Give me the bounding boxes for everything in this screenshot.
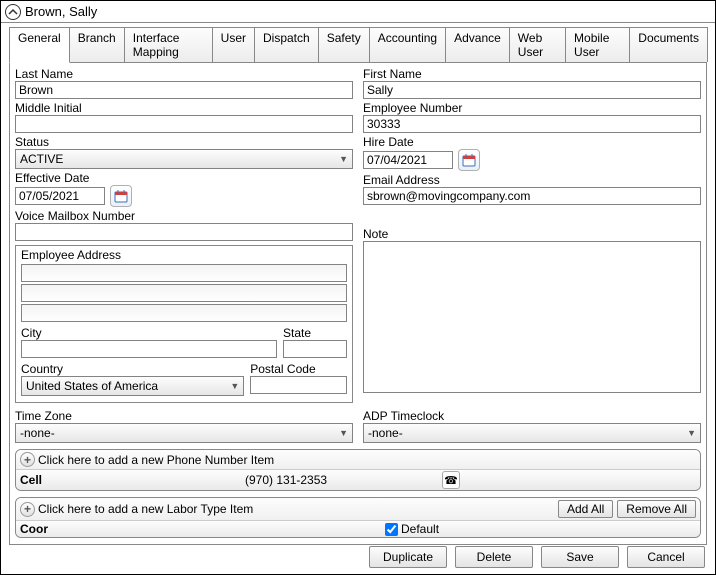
country-value: United States of America bbox=[26, 379, 158, 393]
state-label: State bbox=[283, 326, 347, 340]
cancel-button[interactable]: Cancel bbox=[627, 546, 705, 568]
labor-row[interactable]: Coor Default bbox=[16, 521, 700, 537]
postal-input[interactable] bbox=[250, 376, 347, 394]
middle-initial-label: Middle Initial bbox=[15, 101, 353, 115]
employee-number-input[interactable] bbox=[363, 115, 701, 133]
address-line1-input[interactable] bbox=[21, 264, 347, 282]
tab-strip: General Branch Interface Mapping User Di… bbox=[9, 27, 707, 63]
last-name-input[interactable] bbox=[15, 81, 353, 99]
chevron-down-icon: ▼ bbox=[230, 381, 239, 391]
labor-type: Coor bbox=[20, 522, 385, 536]
delete-button[interactable]: Delete bbox=[455, 546, 533, 568]
hire-date-label: Hire Date bbox=[363, 135, 701, 149]
chevron-down-icon: ▼ bbox=[339, 428, 348, 438]
voice-mailbox-label: Voice Mailbox Number bbox=[15, 209, 353, 223]
phone-type: Cell bbox=[20, 473, 245, 487]
address-line3-input[interactable] bbox=[21, 304, 347, 322]
address-group: Employee Address City State bbox=[15, 245, 353, 403]
add-all-button[interactable]: Add All bbox=[558, 500, 613, 518]
employee-address-label: Employee Address bbox=[21, 248, 347, 262]
timezone-label: Time Zone bbox=[15, 409, 353, 423]
tab-mobile-user[interactable]: Mobile User bbox=[565, 27, 630, 62]
adp-value: -none- bbox=[368, 426, 403, 440]
collapse-icon[interactable] bbox=[5, 4, 21, 20]
phone-list: + Click here to add a new Phone Number I… bbox=[15, 449, 701, 491]
postal-label: Postal Code bbox=[250, 362, 347, 376]
tab-dispatch[interactable]: Dispatch bbox=[254, 27, 319, 62]
window-title: Brown, Sally bbox=[25, 4, 97, 19]
country-select[interactable]: United States of America ▼ bbox=[21, 376, 244, 396]
remove-all-button[interactable]: Remove All bbox=[617, 500, 696, 518]
plus-icon: + bbox=[20, 452, 35, 467]
general-panel: Last Name Middle Initial Status ACTIVE ▼… bbox=[9, 63, 707, 545]
chevron-down-icon: ▼ bbox=[687, 428, 696, 438]
city-input[interactable] bbox=[21, 340, 277, 358]
labor-list: + Click here to add a new Labor Type Ite… bbox=[15, 497, 701, 538]
plus-icon: + bbox=[20, 502, 35, 517]
add-phone-row[interactable]: + Click here to add a new Phone Number I… bbox=[16, 450, 700, 470]
title-bar: Brown, Sally bbox=[1, 1, 715, 23]
add-labor-row[interactable]: + Click here to add a new Labor Type Ite… bbox=[20, 502, 554, 517]
effective-date-input[interactable] bbox=[15, 187, 105, 205]
email-input[interactable] bbox=[363, 187, 701, 205]
phone-number: (970) 131-2353 bbox=[245, 473, 440, 487]
footer-buttons: Duplicate Delete Save Cancel bbox=[369, 546, 705, 568]
middle-initial-input[interactable] bbox=[15, 115, 353, 133]
tab-web-user[interactable]: Web User bbox=[509, 27, 566, 62]
tab-advance[interactable]: Advance bbox=[445, 27, 510, 62]
save-button[interactable]: Save bbox=[541, 546, 619, 568]
calendar-icon[interactable] bbox=[110, 185, 132, 207]
state-input[interactable] bbox=[283, 340, 347, 358]
tab-user[interactable]: User bbox=[212, 27, 255, 62]
hire-date-input[interactable] bbox=[363, 151, 453, 169]
duplicate-button[interactable]: Duplicate bbox=[369, 546, 447, 568]
status-select[interactable]: ACTIVE ▼ bbox=[15, 149, 353, 169]
tab-safety[interactable]: Safety bbox=[318, 27, 370, 62]
country-label: Country bbox=[21, 362, 244, 376]
tab-branch[interactable]: Branch bbox=[69, 27, 125, 62]
labor-default-label: Default bbox=[401, 522, 439, 536]
city-label: City bbox=[21, 326, 277, 340]
labor-default[interactable]: Default bbox=[385, 522, 439, 536]
first-name-label: First Name bbox=[363, 67, 701, 81]
last-name-label: Last Name bbox=[15, 67, 353, 81]
address-line2-input[interactable] bbox=[21, 284, 347, 302]
add-labor-label: Click here to add a new Labor Type Item bbox=[38, 502, 253, 516]
tab-documents[interactable]: Documents bbox=[629, 27, 708, 62]
timezone-value: -none- bbox=[20, 426, 55, 440]
calendar-icon[interactable] bbox=[458, 149, 480, 171]
voice-mailbox-input[interactable] bbox=[15, 223, 353, 241]
add-phone-label: Click here to add a new Phone Number Ite… bbox=[38, 453, 274, 467]
chevron-down-icon: ▼ bbox=[339, 154, 348, 164]
tab-accounting[interactable]: Accounting bbox=[369, 27, 446, 62]
adp-label: ADP Timeclock bbox=[363, 409, 701, 423]
note-label: Note bbox=[363, 227, 701, 241]
note-textarea[interactable] bbox=[363, 241, 701, 393]
labor-default-checkbox[interactable] bbox=[385, 523, 398, 536]
phone-row[interactable]: Cell (970) 131-2353 ☎ bbox=[16, 470, 700, 490]
adp-select[interactable]: -none- ▼ bbox=[363, 423, 701, 443]
status-value: ACTIVE bbox=[20, 152, 63, 166]
email-label: Email Address bbox=[363, 173, 701, 187]
effective-date-label: Effective Date bbox=[15, 171, 353, 185]
employee-number-label: Employee Number bbox=[363, 101, 701, 115]
status-label: Status bbox=[15, 135, 353, 149]
first-name-input[interactable] bbox=[363, 81, 701, 99]
tab-general[interactable]: General bbox=[9, 27, 70, 63]
phone-icon[interactable]: ☎ bbox=[442, 471, 460, 489]
timezone-select[interactable]: -none- ▼ bbox=[15, 423, 353, 443]
tab-interface-mapping[interactable]: Interface Mapping bbox=[124, 27, 213, 62]
